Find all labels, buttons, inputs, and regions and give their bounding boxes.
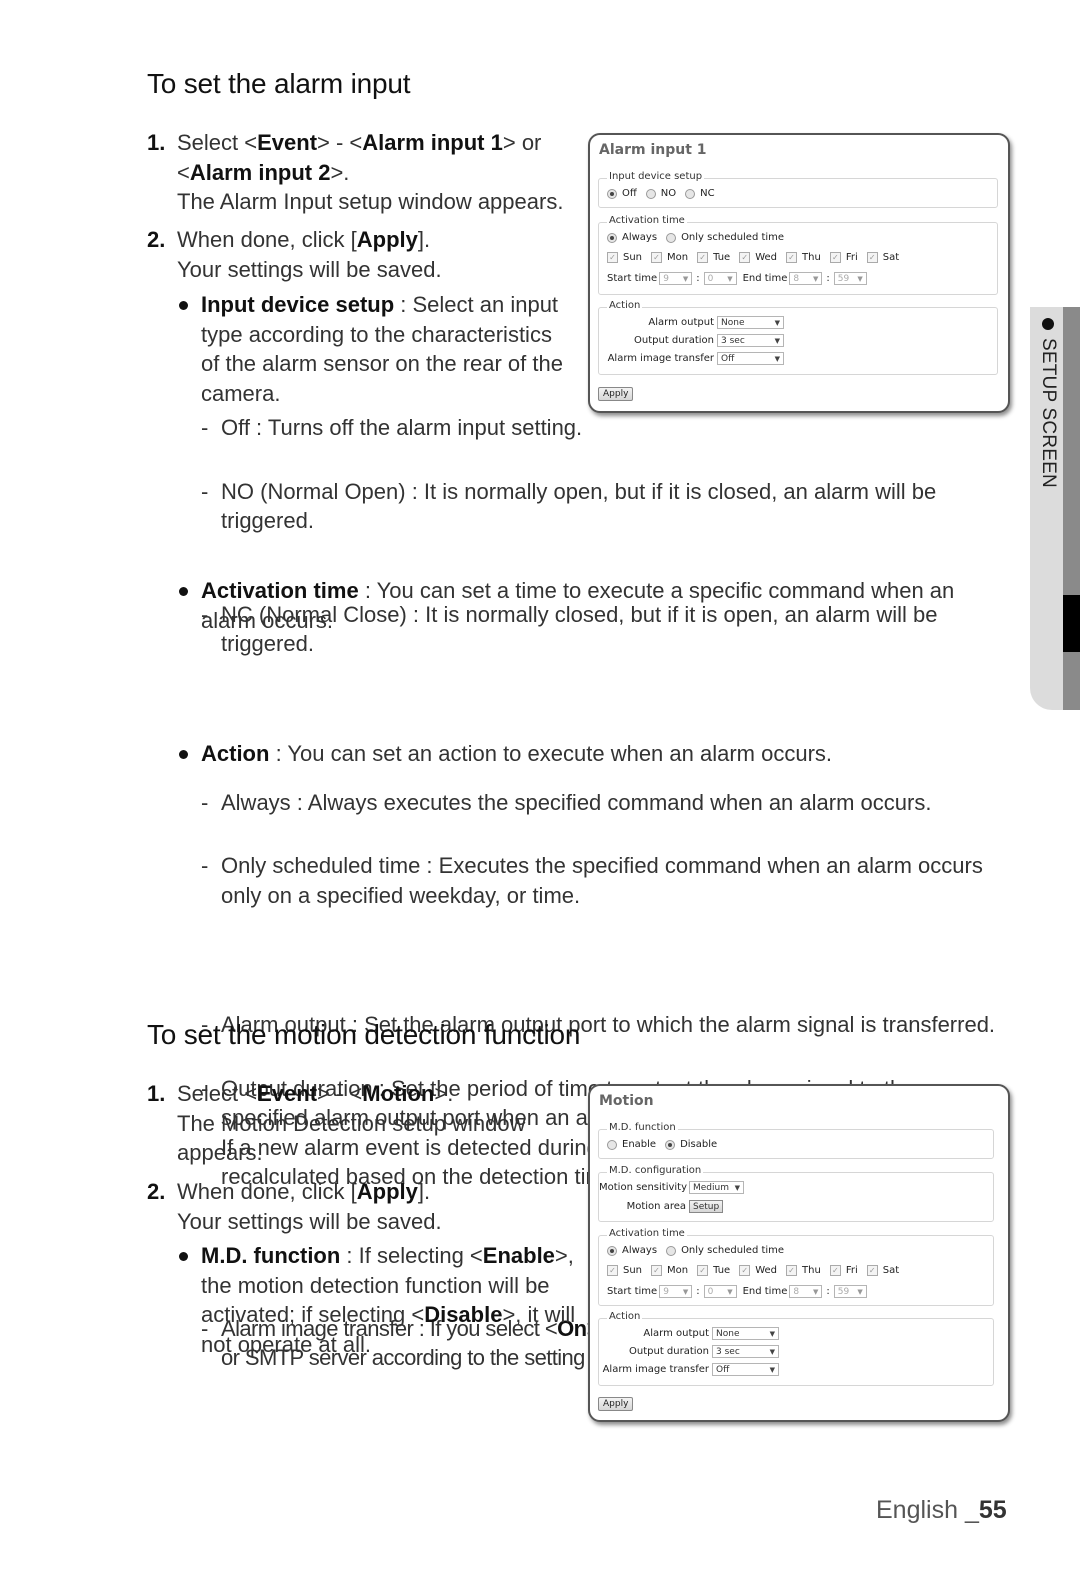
checkbox-wed[interactable]: ✓ bbox=[739, 1265, 751, 1276]
sub-item-off: - Off : Turns off the alarm input setting… bbox=[201, 415, 583, 440]
checkbox-tue[interactable]: ✓ bbox=[697, 252, 709, 263]
alarm-input-window: Alarm input 1 Input device setup Off NO … bbox=[588, 133, 1010, 413]
chapter-marker bbox=[1063, 595, 1080, 652]
motion-step-1: 1. Select <Event> - <Motion>. The Motion… bbox=[147, 1081, 526, 1165]
bullet-dot-icon bbox=[1042, 318, 1054, 330]
radio-only-scheduled[interactable] bbox=[666, 1245, 677, 1256]
checkbox-tue[interactable]: ✓ bbox=[697, 1265, 709, 1276]
sub-item-no: - NO (Normal Open) : It is normally open,… bbox=[201, 478, 937, 534]
radio-enable[interactable] bbox=[607, 1139, 617, 1150]
start-hour-select[interactable]: 9 ▼ bbox=[659, 1285, 693, 1298]
motion-window: Motion M.D. function Enable Disable M.D.… bbox=[588, 1084, 1010, 1422]
radio-only-scheduled[interactable] bbox=[666, 232, 677, 243]
output-duration-select[interactable]: 3 sec ▼ bbox=[717, 334, 784, 347]
end-minute-select[interactable]: 59 ▼ bbox=[833, 272, 867, 285]
alarm-output-select[interactable]: None ▼ bbox=[717, 316, 784, 329]
radio-always[interactable] bbox=[607, 232, 617, 243]
output-duration-select[interactable]: 3 sec ▼ bbox=[712, 1345, 779, 1358]
checkbox-sun[interactable]: ✓ bbox=[607, 252, 618, 263]
checkbox-sat[interactable]: ✓ bbox=[866, 1265, 878, 1276]
end-hour-select[interactable]: 8 ▼ bbox=[789, 272, 823, 285]
start-minute-select[interactable]: 0 ▼ bbox=[703, 272, 737, 285]
radio-no[interactable] bbox=[645, 188, 656, 199]
motion-area-setup-button[interactable]: Setup bbox=[689, 1200, 724, 1213]
md-function-group: M.D. function Enable Disable bbox=[598, 1122, 994, 1159]
radio-off[interactable] bbox=[607, 188, 617, 199]
checkbox-wed[interactable]: ✓ bbox=[739, 252, 751, 263]
action-group: Action Alarm output None ▼ Output duratio… bbox=[598, 300, 998, 375]
bullet-activation-time: Activation time : You can set a time to … bbox=[179, 576, 1001, 635]
radio-nc[interactable] bbox=[685, 188, 696, 199]
weekday-checkboxes: ✓ Sun ✓ Mon ✓ Tue ✓ Wed ✓ Thu ✓ Fri ✓ Sat bbox=[607, 252, 899, 263]
apply-button[interactable]: Apply bbox=[598, 1397, 634, 1411]
activation-time-group: Activation time Always Only scheduled ti… bbox=[598, 1228, 994, 1306]
apply-button[interactable]: Apply bbox=[598, 387, 634, 401]
step-2: 2. When done, click [Apply]. Your settin… bbox=[147, 227, 442, 282]
checkbox-sun[interactable]: ✓ bbox=[607, 1265, 618, 1276]
bullet-action: Action : You can set an action to execut… bbox=[179, 739, 1001, 769]
checkbox-mon[interactable]: ✓ bbox=[651, 252, 663, 263]
page-number: 55 bbox=[978, 1496, 1007, 1524]
section-title-motion-detection: To set the motion detection function bbox=[147, 1019, 581, 1050]
input-device-setup-group: Input device setup Off NO NC bbox=[598, 171, 998, 208]
checkbox-thu[interactable]: ✓ bbox=[786, 252, 798, 263]
checkbox-thu[interactable]: ✓ bbox=[786, 1265, 798, 1276]
weekday-checkboxes: ✓ Sun ✓ Mon ✓ Tue ✓ Wed ✓ Thu ✓ Fri ✓ Sat bbox=[607, 1265, 899, 1276]
checkbox-fri[interactable]: ✓ bbox=[829, 252, 841, 263]
sub-item-always: - Always : Always executes the specified … bbox=[201, 789, 932, 815]
step-1: 1. Select <Event> - <Alarm input 1> or <… bbox=[147, 130, 564, 214]
section-title-alarm-input: To set the alarm input bbox=[147, 68, 411, 99]
alarm-image-transfer-select[interactable]: Off ▼ bbox=[712, 1363, 779, 1376]
page-footer: English _55 bbox=[876, 1496, 1007, 1524]
end-minute-select[interactable]: 59 ▼ bbox=[833, 1285, 867, 1298]
side-tab-label: SETUP SCREEN bbox=[1033, 318, 1059, 488]
window-title: Motion bbox=[599, 1093, 654, 1109]
radio-always[interactable] bbox=[607, 1245, 617, 1256]
end-hour-select[interactable]: 8 ▼ bbox=[789, 1285, 823, 1298]
radio-disable[interactable] bbox=[665, 1139, 676, 1150]
start-hour-select[interactable]: 9 ▼ bbox=[659, 272, 693, 285]
checkbox-sat[interactable]: ✓ bbox=[866, 252, 878, 263]
start-minute-select[interactable]: 0 ▼ bbox=[703, 1285, 737, 1298]
bullet-md-function: M.D. function : If selecting <Enable>, t… bbox=[179, 1241, 581, 1359]
checkbox-mon[interactable]: ✓ bbox=[651, 1265, 663, 1276]
bullet-input-device-setup: Input device setup : Select an input typ… bbox=[179, 290, 581, 408]
activation-time-group: Activation time Always Only scheduled ti… bbox=[598, 215, 998, 295]
motion-sensitivity-select[interactable]: Medium ▼ bbox=[689, 1181, 744, 1194]
action-group: Action Alarm output None ▼ Output duratio… bbox=[598, 1311, 994, 1386]
alarm-image-transfer-select[interactable]: Off ▼ bbox=[717, 352, 784, 365]
md-configuration-group: M.D. configuration Motion sensitivity Me… bbox=[598, 1165, 994, 1222]
checkbox-fri[interactable]: ✓ bbox=[829, 1265, 841, 1276]
alarm-output-select[interactable]: None ▼ bbox=[712, 1327, 779, 1340]
side-tab-strip bbox=[1063, 307, 1080, 710]
motion-step-2: 2. When done, click [Apply]. Your settin… bbox=[147, 1179, 442, 1234]
window-title: Alarm input 1 bbox=[599, 142, 707, 158]
sub-item-only-scheduled: - Only scheduled time : Executes the spec… bbox=[201, 853, 983, 908]
